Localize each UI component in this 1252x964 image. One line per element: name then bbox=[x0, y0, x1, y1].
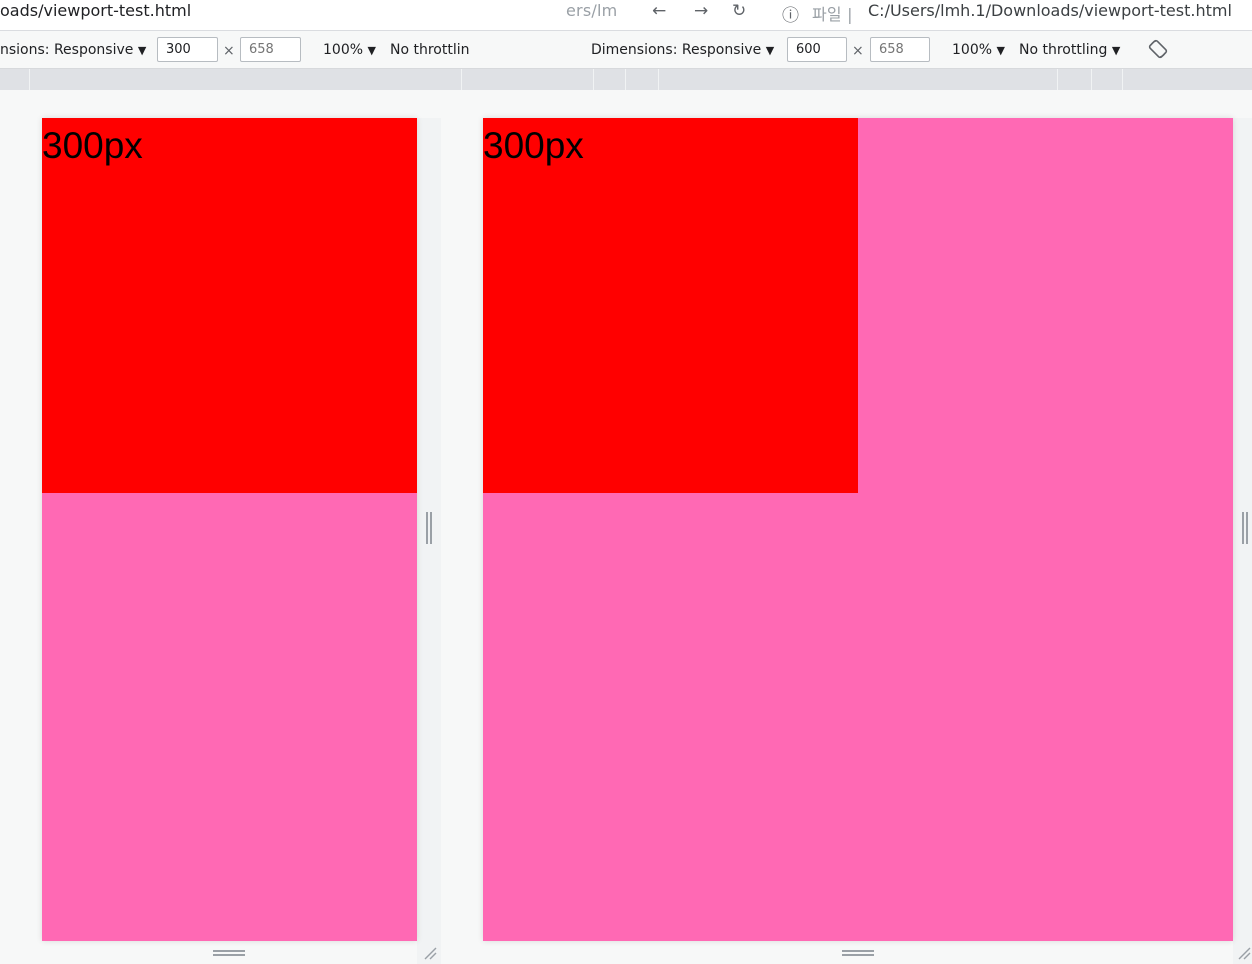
forward-arrow-icon[interactable]: → bbox=[694, 1, 708, 21]
dimensions-dropdown-right[interactable]: Dimensions: Responsive ▼ bbox=[591, 42, 774, 58]
dimensions-label: Dimensions: Responsive bbox=[591, 42, 762, 58]
chevron-down-icon: ▼ bbox=[996, 44, 1005, 57]
rotate-icon[interactable] bbox=[1148, 39, 1168, 59]
ghost-text-a: ers/lm bbox=[566, 1, 618, 20]
times-icon: × bbox=[223, 43, 235, 59]
ruler-tick bbox=[29, 69, 30, 90]
ruler-tick bbox=[1057, 69, 1058, 90]
zoom-label: 100% bbox=[323, 42, 364, 58]
zoom-dropdown-left[interactable]: 100% ▼ bbox=[323, 42, 376, 58]
width-input-left[interactable] bbox=[157, 37, 218, 62]
ruler-tick bbox=[593, 69, 594, 90]
red-box: 300px bbox=[42, 118, 417, 493]
corner-resize-icon[interactable] bbox=[1237, 946, 1251, 960]
dimensions-dropdown-left[interactable]: nsions: Responsive ▼ bbox=[0, 42, 146, 58]
resize-handle-right-left-viewport[interactable] bbox=[426, 512, 432, 544]
url-text-right[interactable]: C:/Users/lmh.1/Downloads/viewport-test.h… bbox=[868, 1, 1232, 20]
viewport-left: 300px bbox=[42, 118, 417, 941]
throttle-label: No throttling bbox=[1019, 42, 1108, 58]
dimensions-label: nsions: Responsive bbox=[0, 42, 134, 58]
resize-handle-bottom-right-viewport[interactable] bbox=[842, 950, 874, 956]
red-box: 300px bbox=[483, 118, 858, 493]
ruler-tick bbox=[625, 69, 626, 90]
ruler-tick bbox=[1091, 69, 1092, 90]
chevron-down-icon: ▼ bbox=[765, 44, 775, 57]
box-label: 300px bbox=[483, 125, 584, 166]
address-bar: oads/viewport-test.html ers/lm ← → ↻ ⓘ 파… bbox=[0, 0, 1252, 31]
width-input-right[interactable] bbox=[787, 37, 847, 62]
ghost-text-b: 파일 | bbox=[812, 5, 853, 24]
reload-icon[interactable]: ↻ bbox=[732, 1, 746, 21]
throttle-dropdown-right[interactable]: No throttling ▼ bbox=[1019, 42, 1120, 58]
chevron-down-icon: ▼ bbox=[137, 44, 147, 57]
chevron-down-icon: ▼ bbox=[367, 44, 376, 57]
zoom-dropdown-right[interactable]: 100% ▼ bbox=[952, 42, 1005, 58]
ruler-tick bbox=[461, 69, 462, 90]
height-input-right[interactable] bbox=[870, 37, 930, 62]
viewport-right: 300px bbox=[483, 118, 1233, 941]
resize-handle-right-right-viewport[interactable] bbox=[1242, 512, 1248, 544]
url-text-left[interactable]: oads/viewport-test.html bbox=[0, 1, 191, 20]
corner-resize-icon[interactable] bbox=[423, 946, 437, 960]
media-query-ruler[interactable] bbox=[0, 69, 1252, 90]
box-label: 300px bbox=[42, 125, 143, 166]
chevron-down-icon: ▼ bbox=[1111, 44, 1121, 57]
ruler-tick bbox=[1122, 69, 1123, 90]
back-arrow-icon[interactable]: ← bbox=[652, 1, 666, 21]
times-icon: × bbox=[852, 43, 864, 59]
ruler-tick bbox=[658, 69, 659, 90]
resize-handle-bottom-left-viewport[interactable] bbox=[213, 950, 245, 956]
info-icon[interactable]: ⓘ bbox=[782, 1, 799, 26]
height-input-left[interactable] bbox=[240, 37, 301, 62]
zoom-label: 100% bbox=[952, 42, 993, 58]
throttle-dropdown-left[interactable]: No throttlin bbox=[390, 42, 470, 58]
device-toolbar: nsions: Responsive ▼ × 100% ▼ No throttl… bbox=[0, 31, 1252, 69]
